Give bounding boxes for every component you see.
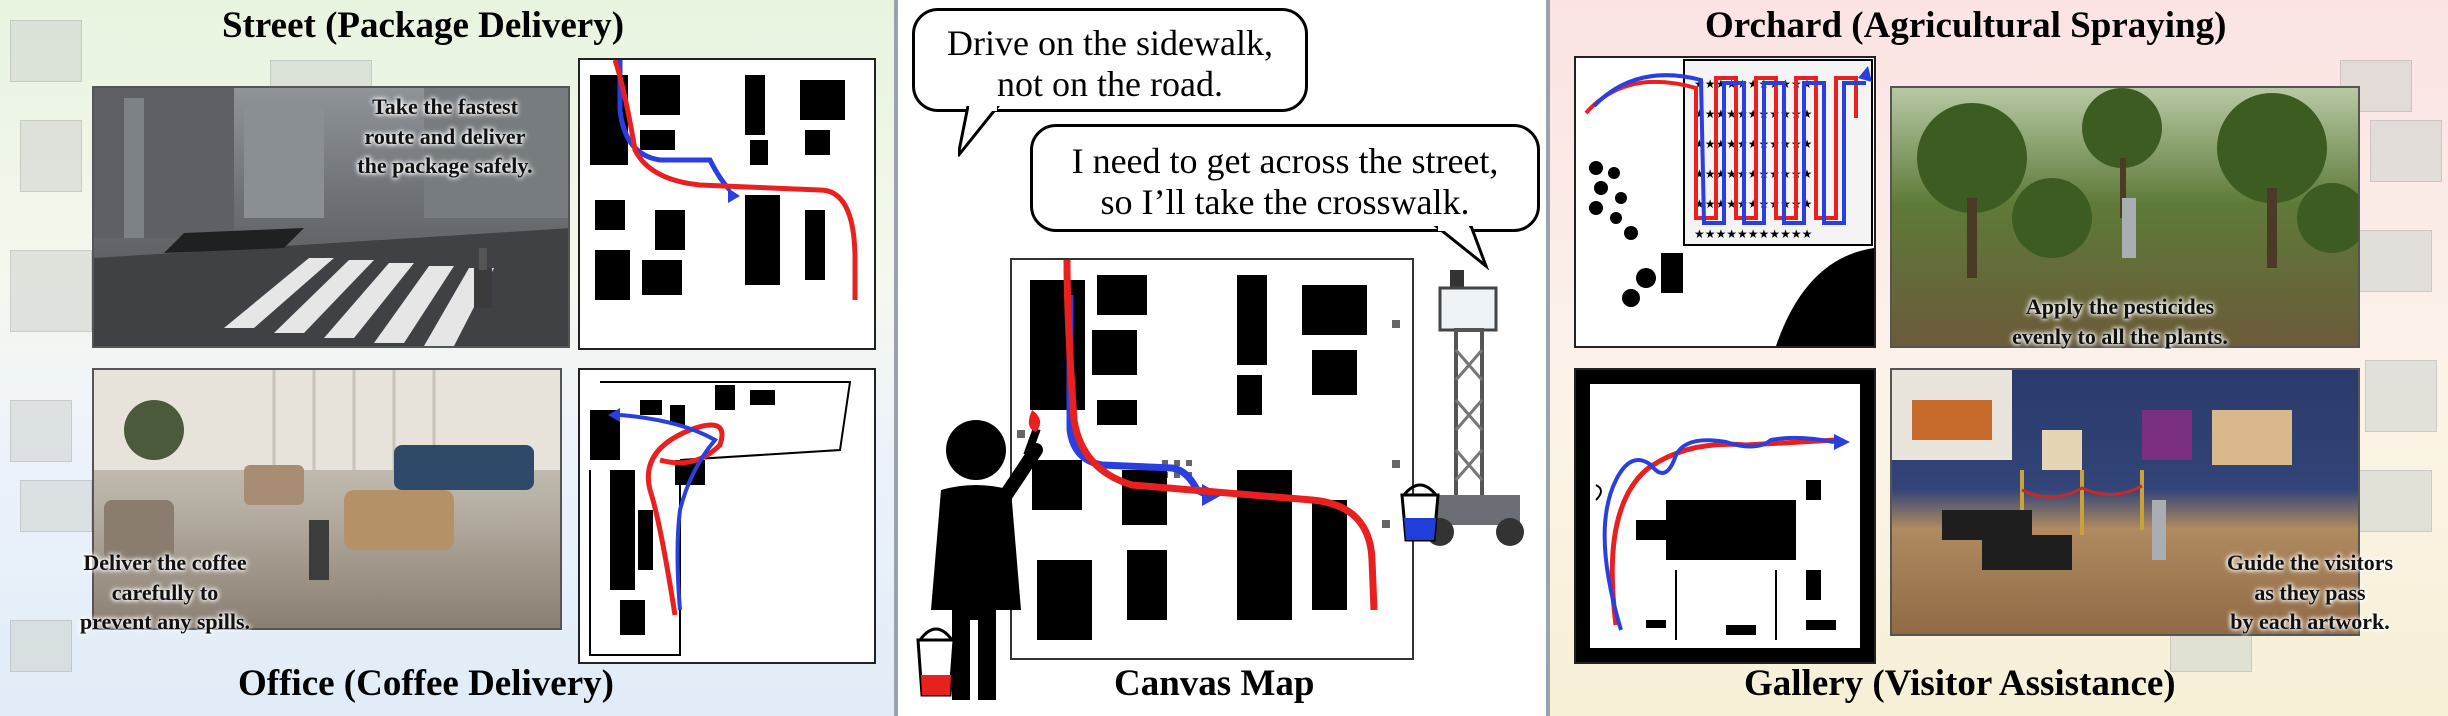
speech-bubble-left: Drive on the sidewalk, not on the road. — [912, 8, 1308, 112]
canvas-title: Canvas Map — [1114, 663, 1315, 704]
street-caption: Take the fastest route and deliver the p… — [357, 94, 533, 179]
robot-bucket-icon — [1400, 483, 1440, 542]
office-title: Office (Coffee Delivery) — [238, 663, 614, 704]
orchard-map: ★★★★★★★★★★★ ★★★★★★★★★★★ ★★★★★★★★★★★ ★★★★… — [1574, 56, 1876, 348]
orchard-caption: Apply the pesticides evenly to all the p… — [2012, 294, 2228, 349]
gallery-map-drawing — [1576, 370, 1874, 662]
office-map-drawing — [589, 381, 852, 656]
canvas-map-drawing — [1017, 260, 1400, 640]
person-painter-icon — [916, 410, 1043, 700]
gallery-caption: Guide the visitors as they pass by each … — [2226, 550, 2394, 635]
office-caption: Deliver the coffee carefully to prevent … — [79, 550, 251, 635]
street-title: Street (Package Delivery) — [222, 5, 625, 46]
gallery-title: Gallery (Visitor Assistance) — [1744, 663, 2176, 704]
office-red-path — [645, 422, 725, 616]
street-map-drawing — [590, 60, 858, 300]
speech-bubble-right: I need to get across the street, so I’ll… — [1030, 124, 1540, 232]
street-map — [578, 58, 876, 350]
orchard-title: Orchard (Agricultural Spraying) — [1705, 5, 2227, 46]
middle-panel: Drive on the sidewalk, not on the road. … — [898, 0, 1550, 716]
canvas-map — [1010, 258, 1414, 660]
gallery-map — [1574, 368, 1876, 664]
orchard-map-drawing: ★★★★★★★★★★★ ★★★★★★★★★★★ ★★★★★★★★★★★ ★★★★… — [1584, 59, 1874, 346]
office-map — [578, 368, 876, 664]
right-panel: Orchard (Agricultural Spraying) ★★★★★★★★… — [1550, 0, 2448, 716]
svg-text:★★★★★★★★★★★: ★★★★★★★★★★★ — [1694, 227, 1812, 241]
paint-bucket-icon — [916, 627, 956, 697]
robot-icon — [1400, 270, 1524, 546]
left-panel: Street (Package Delivery) Take the faste… — [0, 0, 898, 716]
